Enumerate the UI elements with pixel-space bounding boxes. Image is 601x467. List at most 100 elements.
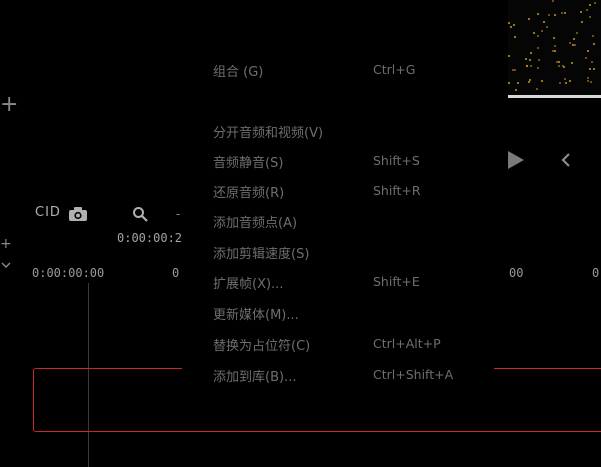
preview-speckle [514,69,516,71]
menu-item-group[interactable]: 组合 (G) Ctrl+G [182,56,494,82]
preview-speckle [526,65,528,67]
preview-speckle [513,24,515,26]
preview-speckle [548,14,550,16]
menu-item-label: 扩展帧(X)... [213,277,284,292]
menu-item-restore-audio[interactable]: 还原音频(R) Shift+R [182,177,494,203]
menu-item-add-to-library[interactable]: 添加到库(B)... Ctrl+Shift+A [182,361,494,387]
ruler-start-time: 0:00:00:00 [32,266,105,280]
menu-item-mute-audio[interactable]: 音频静音(S) Shift+S [182,147,494,173]
preview-speckle [538,59,540,61]
preview-speckle [559,82,561,84]
ruler-mark: 00 [509,266,524,280]
preview-speckle [546,26,548,28]
add-track-icon[interactable]: + [0,94,18,116]
chevron-down-icon[interactable] [1,262,11,272]
preview-progress-bar [508,95,601,98]
menu-item-label: 添加音频点(A) [213,216,298,231]
preview-speckle [561,12,563,14]
preview-speckle [585,57,587,59]
preview-speckle [553,37,555,39]
preview-speckle [571,62,573,64]
menu-item-shortcut: Ctrl+Shift+A [373,367,454,382]
preview-speckle [529,79,531,81]
preview-speckle [591,61,593,63]
preview-speckle [508,82,510,84]
preview-speckle [587,80,589,82]
camera-icon[interactable] [68,206,88,225]
preview-speckle [543,21,545,23]
preview-speckle [589,68,591,70]
menu-item-label: 还原音频(R) [213,186,285,201]
add-icon[interactable]: + [0,237,12,251]
preview-speckle [573,38,575,40]
preview-speckle [592,35,594,37]
preview-speckle [558,61,560,63]
play-icon[interactable] [506,150,526,173]
preview-speckle [562,65,564,67]
zoom-out-icon[interactable]: - [176,208,180,220]
preview-speckle [574,44,576,46]
menu-item-shortcut: Shift+R [373,183,421,198]
preview-speckle [541,30,543,32]
preview-speckle [554,50,556,52]
preview-speckle [508,55,510,57]
preview-speckle [554,14,556,16]
menu-item-replace-placeholder[interactable]: 替换为占位符(C) Ctrl+Alt+P [182,330,494,356]
menu-item-shortcut: Ctrl+G [373,62,416,77]
current-time-readout: 0:00:00:2 [117,231,183,245]
menu-item-shortcut: Shift+S [373,153,420,168]
preview-speckle [537,13,539,15]
menu-item-separate-audio-video[interactable]: 分开音频和视频(V) [182,117,494,143]
menu-item-add-clip-speed[interactable]: 添加剪辑速度(S) [182,238,494,264]
preview-speckle [564,12,566,14]
preview-speckle [525,58,527,60]
preview-speckle [569,80,571,82]
preview-speckle [517,82,519,84]
step-back-icon[interactable] [560,152,572,171]
preview-speckle [590,81,592,83]
preview-speckle [589,16,591,18]
menu-item-update-media[interactable]: 更新媒体(M)... [182,299,494,325]
preview-speckle [530,52,532,54]
context-menu: 组合 (G) Ctrl+G 分开音频和视频(V) 音频静音(S) Shift+S… [182,44,494,394]
preview-speckle [537,67,539,69]
preview-speckle [576,32,578,34]
preview-speckle [528,81,530,83]
menu-item-label: 替换为占位符(C) [213,339,311,354]
preview-speckle [580,11,582,13]
preview-speckle [541,80,543,82]
preview-speckle [589,4,591,6]
preview-speckle [594,2,596,4]
preview-speckle [537,35,539,37]
preview-speckle [586,9,588,11]
menu-item-label: 组合 (G) [213,65,264,80]
menu-item-add-audio-point[interactable]: 添加音频点(A) [182,207,494,233]
menu-item-extend-frame[interactable]: 扩展帧(X)... Shift+E [182,268,494,294]
preview-speckle [514,36,516,38]
preview-speckle [529,59,531,61]
editor-window: + + CID - 0:00:00:2 0:00:00:00 0 00 0 组合… [0,0,601,467]
preview-speckle [508,22,510,24]
menu-item-shortcut: Shift+E [373,274,420,289]
ruler-mark: 0 [592,266,600,280]
preview-speckle [558,65,560,67]
preview-speckle [564,78,566,80]
preview-speckle [587,77,589,79]
preview-speckle [565,82,567,84]
menu-item-label: 分开音频和视频(V) [213,126,324,141]
closed-captions-icon[interactable]: CID [35,206,61,219]
preview-speckle [593,68,595,70]
preview-speckle [536,88,538,90]
preview-speckle [572,44,574,46]
preview-speckle [515,89,517,91]
menu-item-label: 更新媒体(M)... [213,308,299,323]
ruler-mark: 0 [172,266,180,280]
preview-speckle [537,47,539,49]
preview-speckle [533,32,535,34]
preview-canvas[interactable] [508,0,601,96]
search-icon[interactable] [132,206,148,225]
menu-item-label: 添加剪辑速度(S) [213,247,310,262]
preview-speckle [581,21,583,23]
preview-speckle [552,0,554,2]
menu-item-label: 添加到库(B)... [213,370,297,385]
